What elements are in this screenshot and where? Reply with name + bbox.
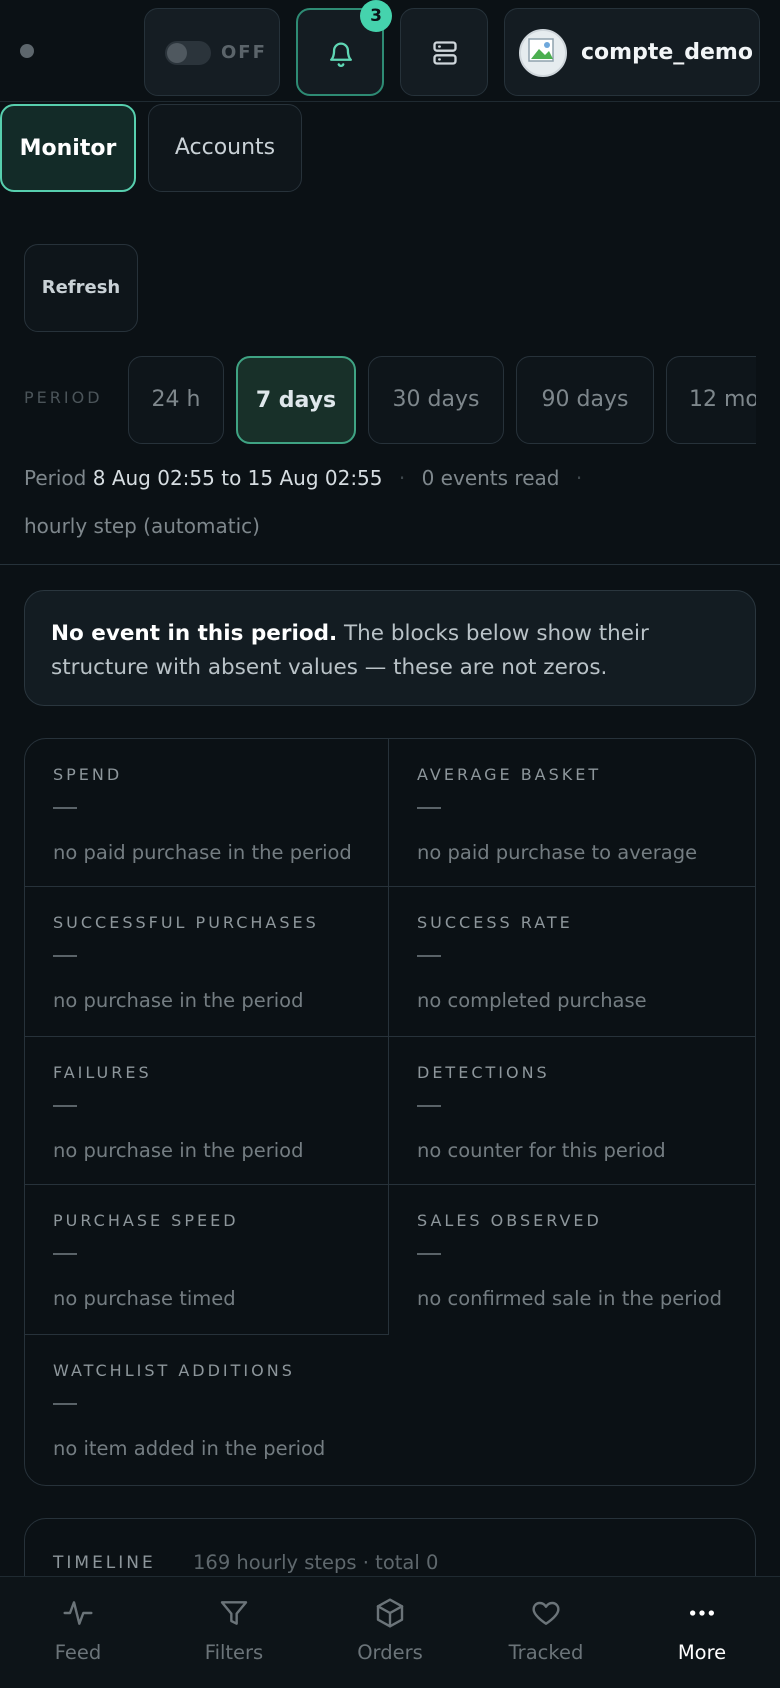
metric-title: PURCHASE SPEED xyxy=(53,1211,239,1230)
tab-accounts[interactable]: Accounts xyxy=(148,104,302,192)
metric-average-basket: AVERAGE BASKET no paid purchase to avera… xyxy=(389,739,755,887)
period-range: 8 Aug 02:55 to 15 Aug 02:55 xyxy=(92,466,383,490)
timeline-title: TIMELINE xyxy=(53,1553,156,1573)
period-option-30d[interactable]: 30 days xyxy=(368,356,504,444)
toggle-label: OFF xyxy=(221,42,267,63)
metric-absent-value xyxy=(417,1253,441,1255)
tab-monitor[interactable]: Monitor xyxy=(0,104,136,192)
avatar xyxy=(519,29,567,77)
metric-absent-value xyxy=(53,1253,77,1255)
notification-badge: 3 xyxy=(360,0,392,32)
metric-spend: SPEND no paid purchase in the period xyxy=(25,739,389,887)
account-menu-button[interactable]: compte_demo xyxy=(504,8,760,96)
activity-icon xyxy=(63,1601,93,1625)
metric-note: no confirmed sale in the period xyxy=(417,1287,723,1310)
nav-filters[interactable]: Filters xyxy=(156,1577,312,1688)
divider xyxy=(0,564,780,565)
metric-note: no purchase in the period xyxy=(53,989,304,1012)
metric-successful-purchases: SUCCESSFUL PURCHASES no purchase in the … xyxy=(25,887,389,1037)
events-read: 0 events read xyxy=(421,466,560,490)
metric-note: no paid purchase to average xyxy=(417,841,698,864)
heart-icon xyxy=(532,1601,560,1625)
metric-title: DETECTIONS xyxy=(417,1063,550,1082)
monitor-page: OFF 3 compte_demo Monitor Accounts Refre… xyxy=(0,0,780,1688)
metric-absent-value xyxy=(53,955,77,957)
metric-absent-value xyxy=(53,1403,77,1405)
metric-note: no purchase timed xyxy=(53,1287,236,1310)
metric-title: AVERAGE BASKET xyxy=(417,765,602,784)
filter-icon xyxy=(220,1601,248,1625)
metric-note: no counter for this period xyxy=(417,1139,666,1162)
period-option-24h[interactable]: 24 h xyxy=(128,356,224,444)
metrics-grid: SPEND no paid purchase in the period AVE… xyxy=(24,738,756,1486)
metric-note: no item added in the period xyxy=(53,1437,326,1460)
nav-feed[interactable]: Feed xyxy=(0,1577,156,1688)
metric-title: SPEND xyxy=(53,765,123,784)
step-info: hourly step (automatic) xyxy=(24,514,260,538)
metric-absent-value xyxy=(53,1105,77,1107)
metric-title: SUCCESS RATE xyxy=(417,913,573,932)
metric-purchase-speed: PURCHASE SPEED no purchase timed xyxy=(25,1185,389,1335)
separator-dot: · xyxy=(575,466,583,490)
metric-watchlist-additions: WATCHLIST ADDITIONS no item added in the… xyxy=(25,1335,755,1485)
metric-note: no completed purchase xyxy=(417,989,647,1012)
timeline-meta: 169 hourly steps · total 0 xyxy=(193,1551,439,1574)
server-button[interactable] xyxy=(400,8,488,96)
more-icon xyxy=(690,1610,714,1616)
metric-title: WATCHLIST ADDITIONS xyxy=(53,1361,295,1380)
status-dot xyxy=(20,44,34,58)
server-icon xyxy=(433,41,457,65)
nav-label: Tracked xyxy=(508,1641,584,1664)
nav-label: Orders xyxy=(357,1641,423,1664)
metric-success-rate: SUCCESS RATE no completed purchase xyxy=(389,887,755,1037)
metric-absent-value xyxy=(417,955,441,957)
period-option-12m[interactable]: 12 months xyxy=(666,356,756,444)
nav-label: More xyxy=(677,1641,727,1664)
nav-more[interactable]: More xyxy=(624,1577,780,1688)
metric-title: SALES OBSERVED xyxy=(417,1211,602,1230)
metric-absent-value xyxy=(417,807,441,809)
period-info-prefix: Period xyxy=(24,466,87,490)
period-info: Period 8 Aug 02:55 to 15 Aug 02:55 · 0 e… xyxy=(24,466,592,490)
nav-label: Feed xyxy=(54,1641,102,1664)
metric-absent-value xyxy=(417,1105,441,1107)
account-name: compte_demo xyxy=(581,40,753,65)
metric-failures: FAILURES no purchase in the period xyxy=(25,1037,389,1185)
bell-icon xyxy=(330,42,352,67)
broken-image-icon xyxy=(521,31,565,75)
metric-title: FAILURES xyxy=(53,1063,152,1082)
metric-note: no paid purchase in the period xyxy=(53,841,352,864)
nav-label: Filters xyxy=(204,1641,264,1664)
toggle-knob xyxy=(167,43,187,63)
nav-tracked[interactable]: Tracked xyxy=(468,1577,624,1688)
top-bar: OFF 3 compte_demo xyxy=(0,0,780,102)
metric-title: SUCCESSFUL PURCHASES xyxy=(53,913,319,932)
period-option-90d[interactable]: 90 days xyxy=(516,356,654,444)
empty-period-notice: No event in this period. The blocks belo… xyxy=(24,590,756,706)
metric-absent-value xyxy=(53,807,77,809)
monitor-toggle[interactable]: OFF xyxy=(144,8,280,96)
separator-dot: · xyxy=(398,466,406,490)
box-icon xyxy=(376,1598,404,1628)
metric-note: no purchase in the period xyxy=(53,1139,304,1162)
period-option-7d[interactable]: 7 days xyxy=(236,356,356,444)
metric-sales-observed: SALES OBSERVED no confirmed sale in the … xyxy=(389,1185,755,1335)
refresh-button[interactable]: Refresh xyxy=(24,244,138,332)
bottom-nav: Feed Filters Orders Tracked More xyxy=(0,1576,780,1688)
period-options: 24 h 7 days 30 days 90 days 12 months xyxy=(0,350,756,450)
metric-detections: DETECTIONS no counter for this period xyxy=(389,1037,755,1185)
nav-orders[interactable]: Orders xyxy=(312,1577,468,1688)
notice-title: No event in this period. xyxy=(51,621,338,646)
